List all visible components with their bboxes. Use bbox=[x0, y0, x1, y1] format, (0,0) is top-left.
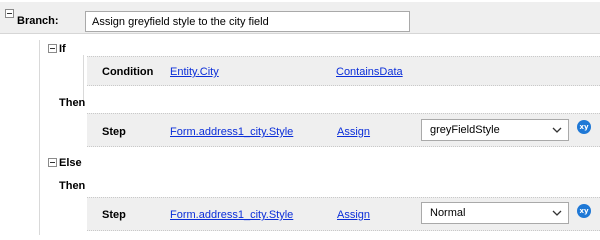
if-label: If bbox=[59, 43, 66, 55]
expression-icon[interactable]: xy bbox=[577, 204, 591, 218]
style-select[interactable]: greyFieldStyle bbox=[421, 119, 569, 141]
style-select-value: greyFieldStyle bbox=[430, 124, 500, 136]
branch-label: Branch: bbox=[17, 15, 59, 27]
collapse-if-icon[interactable] bbox=[48, 44, 57, 53]
branch-name-input[interactable]: Assign greyfield style to the city field bbox=[85, 11, 410, 32]
step-action-link[interactable]: Assign bbox=[337, 126, 370, 138]
expression-icon[interactable]: xy bbox=[577, 120, 591, 134]
condition-field-link[interactable]: Entity.City bbox=[170, 66, 219, 78]
step-label: Step bbox=[102, 126, 126, 138]
then-label: Then bbox=[59, 97, 86, 109]
collapse-else-icon[interactable] bbox=[48, 158, 57, 167]
condition-label: Condition bbox=[102, 66, 154, 78]
chevron-down-icon bbox=[552, 210, 562, 216]
chevron-down-icon bbox=[552, 127, 562, 133]
tree-guide-line bbox=[39, 40, 40, 235]
step-label: Step bbox=[102, 209, 126, 221]
else-label: Else bbox=[59, 157, 82, 169]
style-select-value: Normal bbox=[430, 207, 466, 219]
step-field-link[interactable]: Form.address1_city.Style bbox=[170, 126, 293, 138]
style-select[interactable]: Normal bbox=[421, 202, 569, 224]
then-label: Then bbox=[59, 180, 86, 192]
tree-guide-line bbox=[83, 55, 84, 100]
step-field-link[interactable]: Form.address1_city.Style bbox=[170, 209, 293, 221]
step-action-link[interactable]: Assign bbox=[337, 209, 370, 221]
condition-operator-link[interactable]: ContainsData bbox=[336, 66, 403, 78]
collapse-branch-icon[interactable] bbox=[5, 9, 14, 18]
